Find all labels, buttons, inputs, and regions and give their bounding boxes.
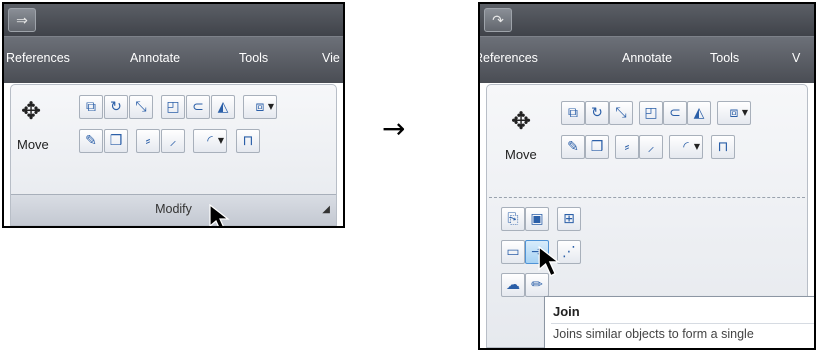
chevron-down-icon[interactable]: ▼ — [268, 96, 274, 118]
trim-icon[interactable]: ⸗ — [136, 129, 160, 153]
tooltip-title: Join — [553, 304, 580, 319]
array-rect-icon[interactable]: ⊞ — [557, 207, 581, 231]
panel-title[interactable]: Modify — [11, 202, 336, 216]
ribbon-after-panel: ↷ References Annotate Tools V ✥ Move ⧉ ↻… — [478, 2, 816, 350]
erase-icon[interactable]: ✎ — [79, 129, 103, 153]
rotate-icon[interactable]: ↻ — [585, 101, 609, 125]
rotate-icon[interactable]: ↻ — [104, 95, 128, 119]
copy-icon[interactable]: ⧉ — [79, 95, 103, 119]
chevron-down-icon[interactable]: ▼ — [742, 102, 748, 124]
tab-tools[interactable]: Tools — [239, 51, 268, 65]
tab-view[interactable]: Vie — [322, 51, 340, 65]
offset-icon[interactable]: ⊂ — [663, 101, 687, 125]
fillet-icon[interactable]: ◜ ▼ — [193, 129, 227, 153]
modify-ribbon-panel: ✥ Move ⧉ ↻ ⤡ ◰ ⊂ ◭ ⧈ ▼ ✎ ❒ ⸗ ⸝ ◜ ▼ ⊓ Modif… — [10, 84, 337, 226]
chevron-down-icon[interactable]: ▼ — [218, 130, 224, 152]
panel-title-bar[interactable]: Modify ◢ — [11, 194, 336, 225]
mirror-icon[interactable]: ◭ — [211, 95, 235, 119]
copy-icon[interactable]: ⧉ — [561, 101, 585, 125]
ribbon-tab-bar: References Annotate Tools V — [480, 36, 814, 83]
tab-references[interactable]: References — [480, 51, 538, 65]
offset-icon[interactable]: ⊂ — [186, 95, 210, 119]
scale-icon[interactable]: ⤡ — [129, 95, 153, 119]
break-at-point-icon[interactable]: ⎘ — [501, 207, 525, 231]
break-icon[interactable]: ▭ — [501, 240, 525, 264]
ribbon-tab-bar: References Annotate Tools Vie — [4, 36, 343, 83]
transition-arrow-icon: → — [382, 112, 406, 145]
tab-tools[interactable]: Tools — [710, 51, 739, 65]
chevron-down-icon[interactable]: ▼ — [694, 136, 700, 158]
mouse-cursor-icon — [538, 246, 561, 277]
tab-annotate[interactable]: Annotate — [130, 51, 180, 65]
tab-view[interactable]: V — [792, 51, 800, 65]
scale-icon[interactable]: ⤡ — [609, 101, 633, 125]
tab-references[interactable]: References — [6, 51, 70, 65]
title-bar: ⇒ — [4, 4, 343, 36]
tooltip-description: Joins similar objects to form a single — [553, 327, 754, 341]
ribbon-before-panel: ⇒ References Annotate Tools Vie ✥ Move ⧉… — [2, 2, 345, 228]
move-arrows-icon[interactable]: ✥ — [511, 107, 531, 135]
tooltip-separator — [551, 323, 814, 324]
redo-icon[interactable]: ⇒ — [8, 8, 36, 32]
fillet-icon[interactable]: ◜ ▼ — [669, 135, 703, 159]
redo-icon[interactable]: ↷ — [484, 8, 512, 32]
panel-divider — [489, 197, 805, 198]
array-icon[interactable]: ⧈ ▼ — [243, 95, 277, 119]
array-icon[interactable]: ⧈ ▼ — [717, 101, 751, 125]
stretch-icon[interactable]: ◰ — [161, 95, 185, 119]
erase-icon[interactable]: ✎ — [561, 135, 585, 159]
extend-icon[interactable]: ⸝ — [639, 135, 663, 159]
edit-polyline-icon[interactable]: ⊓ — [236, 129, 260, 153]
edit-polyline-icon[interactable]: ⊓ — [711, 135, 735, 159]
join-tooltip: Join Joins similar objects to form a sin… — [544, 296, 814, 348]
move-button-label[interactable]: Move — [505, 147, 537, 162]
draw-order-icon[interactable]: ▣ — [525, 207, 549, 231]
move-arrows-icon[interactable]: ✥ — [21, 97, 41, 125]
move-button-label[interactable]: Move — [17, 137, 49, 152]
tab-annotate[interactable]: Annotate — [622, 51, 672, 65]
explode-icon[interactable]: ❒ — [585, 135, 609, 159]
revcloud-icon[interactable]: ☁ — [501, 273, 525, 297]
extend-icon[interactable]: ⸝ — [161, 129, 185, 153]
stretch-icon[interactable]: ◰ — [639, 101, 663, 125]
trim-icon[interactable]: ⸗ — [615, 135, 639, 159]
mirror-icon[interactable]: ◭ — [687, 101, 711, 125]
explode-icon[interactable]: ❒ — [104, 129, 128, 153]
panel-launcher-icon[interactable]: ◢ — [322, 204, 330, 215]
title-bar: ↷ — [480, 4, 814, 36]
mouse-cursor-icon — [209, 204, 230, 226]
